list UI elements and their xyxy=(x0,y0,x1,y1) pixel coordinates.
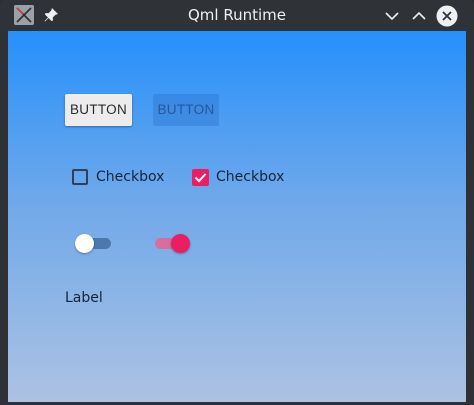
checkbox-checked-box[interactable] xyxy=(192,169,209,186)
switch-knob[interactable] xyxy=(75,234,94,253)
minimize-button[interactable] xyxy=(381,5,403,27)
qml-runtime-app-icon[interactable] xyxy=(14,5,34,25)
title-bar[interactable]: Qml Runtime xyxy=(0,0,474,31)
checkbox-label: Checkbox xyxy=(216,169,285,185)
content-area: BUTTON BUTTON Checkbox Checkbox Label xyxy=(8,31,466,402)
close-icon xyxy=(436,5,458,27)
chevron-up-icon xyxy=(412,11,426,20)
checkmark-icon xyxy=(194,173,207,183)
checkbox-label: Checkbox xyxy=(96,169,165,185)
checkbox-unchecked-box[interactable] xyxy=(72,169,88,185)
switch-on[interactable] xyxy=(153,232,193,254)
maximize-button[interactable] xyxy=(408,5,430,27)
checkbox-unchecked[interactable]: Checkbox xyxy=(71,167,167,189)
chevron-down-icon xyxy=(385,12,399,21)
switch-knob[interactable] xyxy=(171,234,190,253)
enabled-button[interactable]: BUTTON xyxy=(65,94,132,126)
app-window: Qml Runtime BUTTON BUTTON Checkbox Check… xyxy=(0,0,474,405)
label-text: Label xyxy=(65,290,103,306)
disabled-button: BUTTON xyxy=(153,94,219,126)
switch-off[interactable] xyxy=(73,232,113,254)
close-button[interactable] xyxy=(435,4,459,28)
pin-icon[interactable] xyxy=(43,7,59,23)
checkbox-checked[interactable]: Checkbox xyxy=(191,167,291,189)
